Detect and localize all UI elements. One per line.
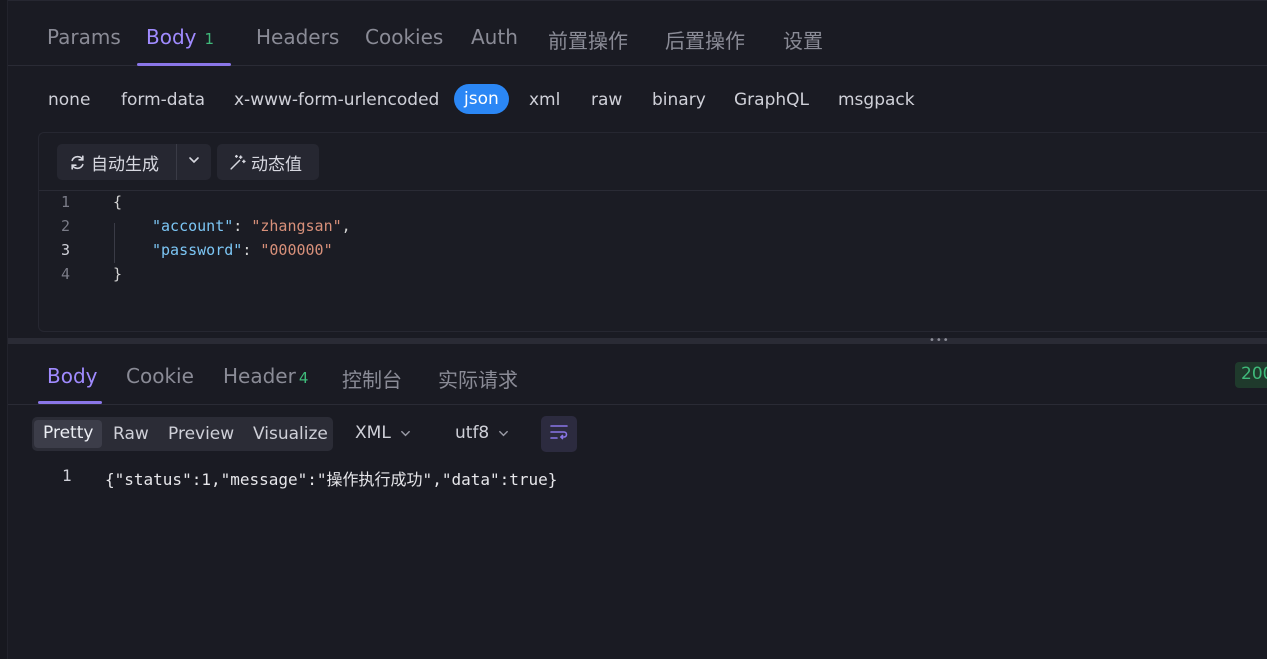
json-field: "account": "zhangsan",: [152, 217, 351, 235]
response-tab-header-label: Header: [223, 364, 296, 388]
body-type-graphql[interactable]: GraphQL: [734, 90, 809, 110]
body-type-msgpack[interactable]: msgpack: [838, 90, 915, 110]
line-number: 4: [61, 265, 71, 283]
active-response-tab-indicator: [38, 401, 102, 404]
body-type-urlencoded[interactable]: x-www-form-urlencoded: [234, 90, 439, 110]
close-brace: }: [113, 265, 123, 283]
response-body-text: {"status":1,"message":"操作执行成功","data":tr…: [105, 470, 558, 489]
auto-generate-button-group: 自动生成: [57, 144, 211, 180]
response-header-count-badge: 4: [298, 369, 309, 387]
line-number: 1: [62, 466, 72, 485]
view-mode-preview[interactable]: Preview: [168, 424, 234, 444]
format-select[interactable]: XML: [355, 423, 412, 443]
body-type-form-data[interactable]: form-data: [121, 90, 205, 110]
view-mode-segmented-control: Pretty Raw Preview Visualize: [32, 417, 333, 451]
tab-auth[interactable]: Auth: [471, 25, 518, 49]
body-type-selector: none form-data x-www-form-urlencoded jso…: [8, 66, 1267, 132]
dynamic-value-label: 动态值: [251, 154, 302, 175]
tab-body[interactable]: Body 1: [146, 25, 214, 49]
tab-cookies[interactable]: Cookies: [365, 25, 443, 49]
code-line: 4 }: [39, 265, 1267, 289]
tab-body-label: Body: [146, 25, 197, 49]
tab-post-operations[interactable]: 后置操作: [665, 25, 745, 54]
tab-headers[interactable]: Headers: [256, 25, 339, 49]
dynamic-value-button[interactable]: 动态值: [217, 144, 319, 180]
tab-pre-operations[interactable]: 前置操作: [548, 25, 628, 54]
open-brace: {: [113, 193, 123, 211]
code-line: 1 {: [39, 193, 1267, 217]
chevron-down-icon: [187, 152, 201, 172]
magic-wand-icon: [229, 154, 246, 171]
response-tab-header[interactable]: Header 4: [223, 364, 308, 388]
view-mode-raw[interactable]: Raw: [113, 424, 149, 444]
word-wrap-icon: [549, 423, 569, 445]
body-type-binary[interactable]: binary: [652, 90, 706, 110]
response-tab-bar: Body Cookie Header4 控制台 实际请求 200: [8, 344, 1267, 405]
response-tab-console[interactable]: 控制台: [342, 364, 402, 393]
status-code-badge: 200: [1235, 362, 1267, 388]
format-select-value: XML: [355, 423, 391, 443]
response-tab-cookie[interactable]: Cookie: [126, 364, 194, 388]
request-tab-bar: Params Body 1 Headers Cookies Auth 前置操作 后…: [8, 0, 1267, 66]
json-value: "000000": [260, 241, 333, 259]
request-body-editor: 自动生成 动态值 1 { 2 "account": "zhangsan", 3 …: [38, 132, 1267, 332]
response-tab-actual-request[interactable]: 实际请求: [438, 364, 518, 393]
line-number: 2: [61, 217, 71, 235]
response-view-toolbar: Pretty Raw Preview Visualize XML utf8: [8, 405, 1267, 461]
encoding-select-value: utf8: [455, 423, 490, 443]
code-line: 2 "account": "zhangsan",: [39, 217, 1267, 241]
tab-settings[interactable]: 设置: [783, 25, 823, 54]
body-type-none[interactable]: none: [48, 90, 90, 110]
line-number: 3: [61, 241, 71, 259]
refresh-icon: [69, 154, 86, 171]
view-mode-pretty[interactable]: Pretty: [34, 420, 103, 448]
word-wrap-button[interactable]: [541, 416, 577, 452]
body-type-json[interactable]: json: [454, 84, 509, 114]
left-sidebar-edge: [0, 0, 8, 659]
auto-generate-label: 自动生成: [91, 154, 159, 175]
view-mode-visualize[interactable]: Visualize: [253, 424, 328, 444]
json-key: "account": [152, 217, 234, 235]
json-key: "password": [152, 241, 243, 259]
chevron-down-icon: [399, 427, 412, 440]
encoding-select[interactable]: utf8: [455, 423, 510, 443]
auto-generate-dropdown[interactable]: [177, 144, 211, 180]
response-tab-body[interactable]: Body: [47, 364, 98, 388]
body-type-raw[interactable]: raw: [591, 90, 622, 110]
line-number: 1: [61, 193, 71, 211]
tab-params[interactable]: Params: [47, 25, 121, 49]
body-type-xml[interactable]: xml: [529, 90, 560, 110]
editor-toolbar: 自动生成 动态值: [39, 133, 1267, 191]
code-line: 3 "password": "000000": [39, 241, 1267, 265]
json-value: "zhangsan": [251, 217, 342, 235]
tab-body-count-badge: 1: [204, 30, 215, 48]
json-field: "password": "000000": [152, 241, 333, 259]
chevron-down-icon: [497, 427, 510, 440]
drag-handle-icon[interactable]: •••: [929, 336, 950, 346]
auto-generate-button[interactable]: 自动生成: [57, 144, 177, 180]
